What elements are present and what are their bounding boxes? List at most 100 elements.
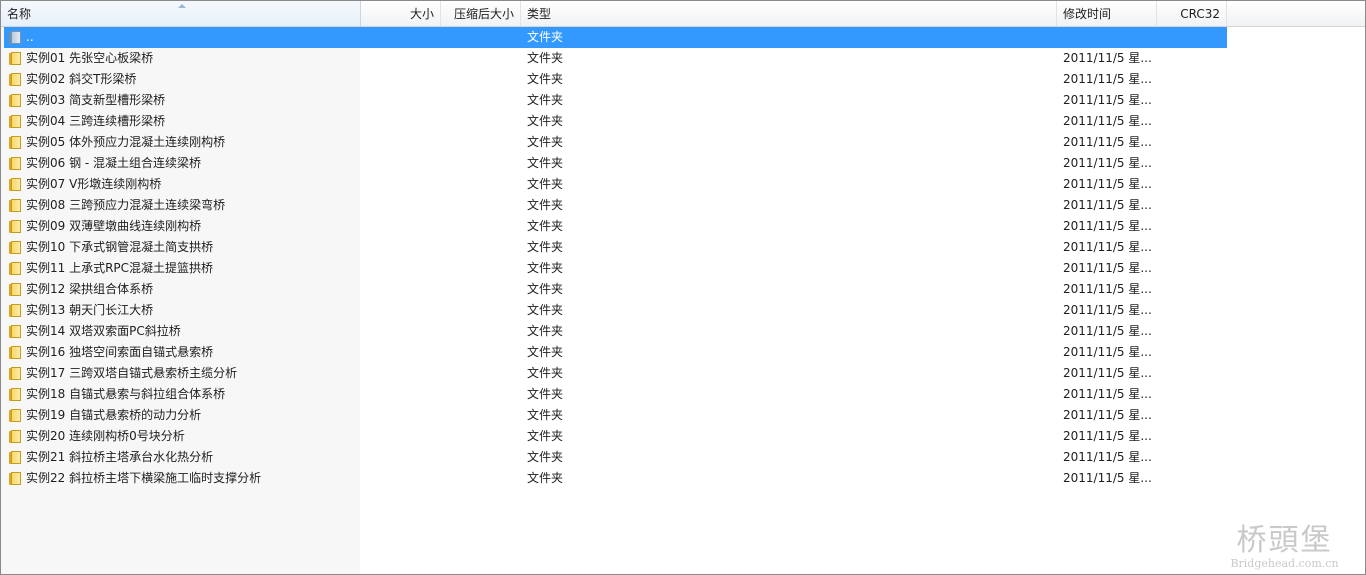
row-type: 文件夹 bbox=[527, 471, 564, 485]
file-list-window: 名称 大小 压缩后大小 类型 修改时间 CRC32 .. 文件夹 实例01 先张… bbox=[0, 0, 1366, 575]
list-item[interactable]: 实例09 双薄壁墩曲线连续刚构桥 文件夹 2011/11/5 星... bbox=[4, 216, 1227, 237]
parent-folder-row[interactable]: .. 文件夹 bbox=[4, 27, 1227, 48]
row-name: 实例01 先张空心板梁桥 bbox=[26, 51, 154, 65]
list-item[interactable]: 实例07 V形墩连续刚构桥 文件夹 2011/11/5 星... bbox=[4, 174, 1227, 195]
watermark-logo: 桥頭堡 Bridgehead.com.cn bbox=[1222, 524, 1347, 570]
column-header-size[interactable]: 大小 bbox=[361, 1, 441, 26]
column-header-type-label: 类型 bbox=[527, 7, 552, 21]
list-item[interactable]: 实例21 斜拉桥主塔承台水化热分析 文件夹 2011/11/5 星... bbox=[4, 447, 1227, 468]
folder-icon bbox=[9, 114, 21, 128]
row-name: 实例02 斜交T形梁桥 bbox=[26, 72, 137, 86]
row-modified: 2011/11/5 星... bbox=[1063, 387, 1152, 401]
column-header-modified-label: 修改时间 bbox=[1063, 7, 1112, 21]
row-type: 文件夹 bbox=[527, 450, 564, 464]
column-header-packed-label: 压缩后大小 bbox=[453, 7, 514, 21]
row-type: 文件夹 bbox=[527, 429, 564, 443]
row-type: 文件夹 bbox=[527, 408, 564, 422]
folder-icon bbox=[9, 219, 21, 233]
row-modified: 2011/11/5 星... bbox=[1063, 240, 1152, 254]
list-item[interactable]: 实例19 自锚式悬索桥的动力分析 文件夹 2011/11/5 星... bbox=[4, 405, 1227, 426]
row-name: 实例07 V形墩连续刚构桥 bbox=[26, 177, 162, 191]
row-name: 实例12 梁拱组合体系桥 bbox=[26, 282, 154, 296]
row-type: 文件夹 bbox=[527, 240, 564, 254]
row-modified: 2011/11/5 星... bbox=[1063, 219, 1152, 233]
list-item[interactable]: 实例13 朝天门长江大桥 文件夹 2011/11/5 星... bbox=[4, 300, 1227, 321]
row-name: 实例09 双薄壁墩曲线连续刚构桥 bbox=[26, 219, 202, 233]
sort-ascending-icon bbox=[178, 4, 186, 8]
list-item[interactable]: 实例08 三跨预应力混凝土连续梁弯桥 文件夹 2011/11/5 星... bbox=[4, 195, 1227, 216]
list-item[interactable]: 实例10 下承式钢管混凝土简支拱桥 文件夹 2011/11/5 星... bbox=[4, 237, 1227, 258]
folder-icon bbox=[9, 156, 21, 170]
folder-icon bbox=[9, 450, 21, 464]
row-name: 实例03 简支新型槽形梁桥 bbox=[26, 93, 166, 107]
row-modified: 2011/11/5 星... bbox=[1063, 450, 1152, 464]
list-item[interactable]: 实例01 先张空心板梁桥 文件夹 2011/11/5 星... bbox=[4, 48, 1227, 69]
list-item[interactable]: 实例03 简支新型槽形梁桥 文件夹 2011/11/5 星... bbox=[4, 90, 1227, 111]
column-header-name-label: 名称 bbox=[7, 7, 32, 21]
list-item[interactable]: 实例02 斜交T形梁桥 文件夹 2011/11/5 星... bbox=[4, 69, 1227, 90]
row-name: 实例21 斜拉桥主塔承台水化热分析 bbox=[26, 450, 214, 464]
column-header-packed-size[interactable]: 压缩后大小 bbox=[441, 1, 521, 26]
parent-folder-icon bbox=[9, 30, 21, 44]
watermark-url: Bridgehead.com.cn bbox=[1230, 557, 1339, 570]
list-item[interactable]: 实例17 三跨双塔自锚式悬索桥主缆分析 文件夹 2011/11/5 星... bbox=[4, 363, 1227, 384]
row-modified: 2011/11/5 星... bbox=[1063, 177, 1152, 191]
row-modified: 2011/11/5 星... bbox=[1063, 303, 1152, 317]
list-item[interactable]: 实例05 体外预应力混凝土连续刚构桥 文件夹 2011/11/5 星... bbox=[4, 132, 1227, 153]
row-type: 文件夹 bbox=[527, 282, 564, 296]
row-modified: 2011/11/5 星... bbox=[1063, 51, 1152, 65]
watermark-title: 桥頭堡 bbox=[1236, 523, 1333, 558]
list-item[interactable]: 实例14 双塔双索面PC斜拉桥 文件夹 2011/11/5 星... bbox=[4, 321, 1227, 342]
list-item[interactable]: 实例22 斜拉桥主塔下横梁施工临时支撑分析 文件夹 2011/11/5 星... bbox=[4, 468, 1227, 489]
folder-icon bbox=[9, 261, 21, 275]
row-name: 实例17 三跨双塔自锚式悬索桥主缆分析 bbox=[26, 366, 238, 380]
row-type: 文件夹 bbox=[527, 345, 564, 359]
folder-icon bbox=[9, 282, 21, 296]
row-type: 文件夹 bbox=[527, 303, 564, 317]
row-modified: 2011/11/5 星... bbox=[1063, 429, 1152, 443]
folder-icon bbox=[9, 345, 21, 359]
row-type: 文件夹 bbox=[527, 324, 564, 338]
folder-icon bbox=[9, 429, 21, 443]
row-name: 实例22 斜拉桥主塔下横梁施工临时支撑分析 bbox=[26, 471, 262, 485]
row-name: 实例04 三跨连续槽形梁桥 bbox=[26, 114, 166, 128]
row-modified: 2011/11/5 星... bbox=[1063, 72, 1152, 86]
row-name: 实例20 连续刚构桥0号块分析 bbox=[26, 429, 185, 443]
column-header-size-label: 大小 bbox=[409, 7, 434, 21]
list-item[interactable]: 实例16 独塔空间索面自锚式悬索桥 文件夹 2011/11/5 星... bbox=[4, 342, 1227, 363]
list-item[interactable]: 实例06 钢 - 混凝土组合连续梁桥 文件夹 2011/11/5 星... bbox=[4, 153, 1227, 174]
row-name: 实例14 双塔双索面PC斜拉桥 bbox=[26, 324, 181, 338]
row-type: 文件夹 bbox=[527, 366, 564, 380]
folder-icon bbox=[9, 72, 21, 86]
list-item[interactable]: 实例11 上承式RPC混凝土提篮拱桥 文件夹 2011/11/5 星... bbox=[4, 258, 1227, 279]
row-type: 文件夹 bbox=[527, 30, 564, 44]
column-header-name[interactable]: 名称 bbox=[1, 1, 361, 26]
folder-icon bbox=[9, 93, 21, 107]
row-modified: 2011/11/5 星... bbox=[1063, 198, 1152, 212]
row-modified: 2011/11/5 星... bbox=[1063, 261, 1152, 275]
row-name: 实例10 下承式钢管混凝土简支拱桥 bbox=[26, 240, 214, 254]
row-modified: 2011/11/5 星... bbox=[1063, 366, 1152, 380]
list-item[interactable]: 实例12 梁拱组合体系桥 文件夹 2011/11/5 星... bbox=[4, 279, 1227, 300]
row-modified: 2011/11/5 星... bbox=[1063, 156, 1152, 170]
row-name: 实例13 朝天门长江大桥 bbox=[26, 303, 154, 317]
list-item[interactable]: 实例20 连续刚构桥0号块分析 文件夹 2011/11/5 星... bbox=[4, 426, 1227, 447]
column-header-crc32[interactable]: CRC32 bbox=[1157, 1, 1227, 26]
column-header-type[interactable]: 类型 bbox=[521, 1, 1057, 26]
column-header-bar: 名称 大小 压缩后大小 类型 修改时间 CRC32 bbox=[1, 1, 1365, 27]
folder-icon bbox=[9, 387, 21, 401]
row-type: 文件夹 bbox=[527, 387, 564, 401]
row-modified: 2011/11/5 星... bbox=[1063, 135, 1152, 149]
row-type: 文件夹 bbox=[527, 219, 564, 233]
list-item[interactable]: 实例18 自锚式悬索与斜拉组合体系桥 文件夹 2011/11/5 星... bbox=[4, 384, 1227, 405]
folder-icon bbox=[9, 366, 21, 380]
column-header-modified[interactable]: 修改时间 bbox=[1057, 1, 1157, 26]
folder-icon bbox=[9, 303, 21, 317]
row-type: 文件夹 bbox=[527, 156, 564, 170]
row-type: 文件夹 bbox=[527, 198, 564, 212]
list-item[interactable]: 实例04 三跨连续槽形梁桥 文件夹 2011/11/5 星... bbox=[4, 111, 1227, 132]
row-modified: 2011/11/5 星... bbox=[1063, 471, 1152, 485]
row-name: 实例05 体外预应力混凝土连续刚构桥 bbox=[26, 135, 226, 149]
row-name: .. bbox=[26, 30, 34, 44]
row-name: 实例06 钢 - 混凝土组合连续梁桥 bbox=[26, 156, 202, 170]
